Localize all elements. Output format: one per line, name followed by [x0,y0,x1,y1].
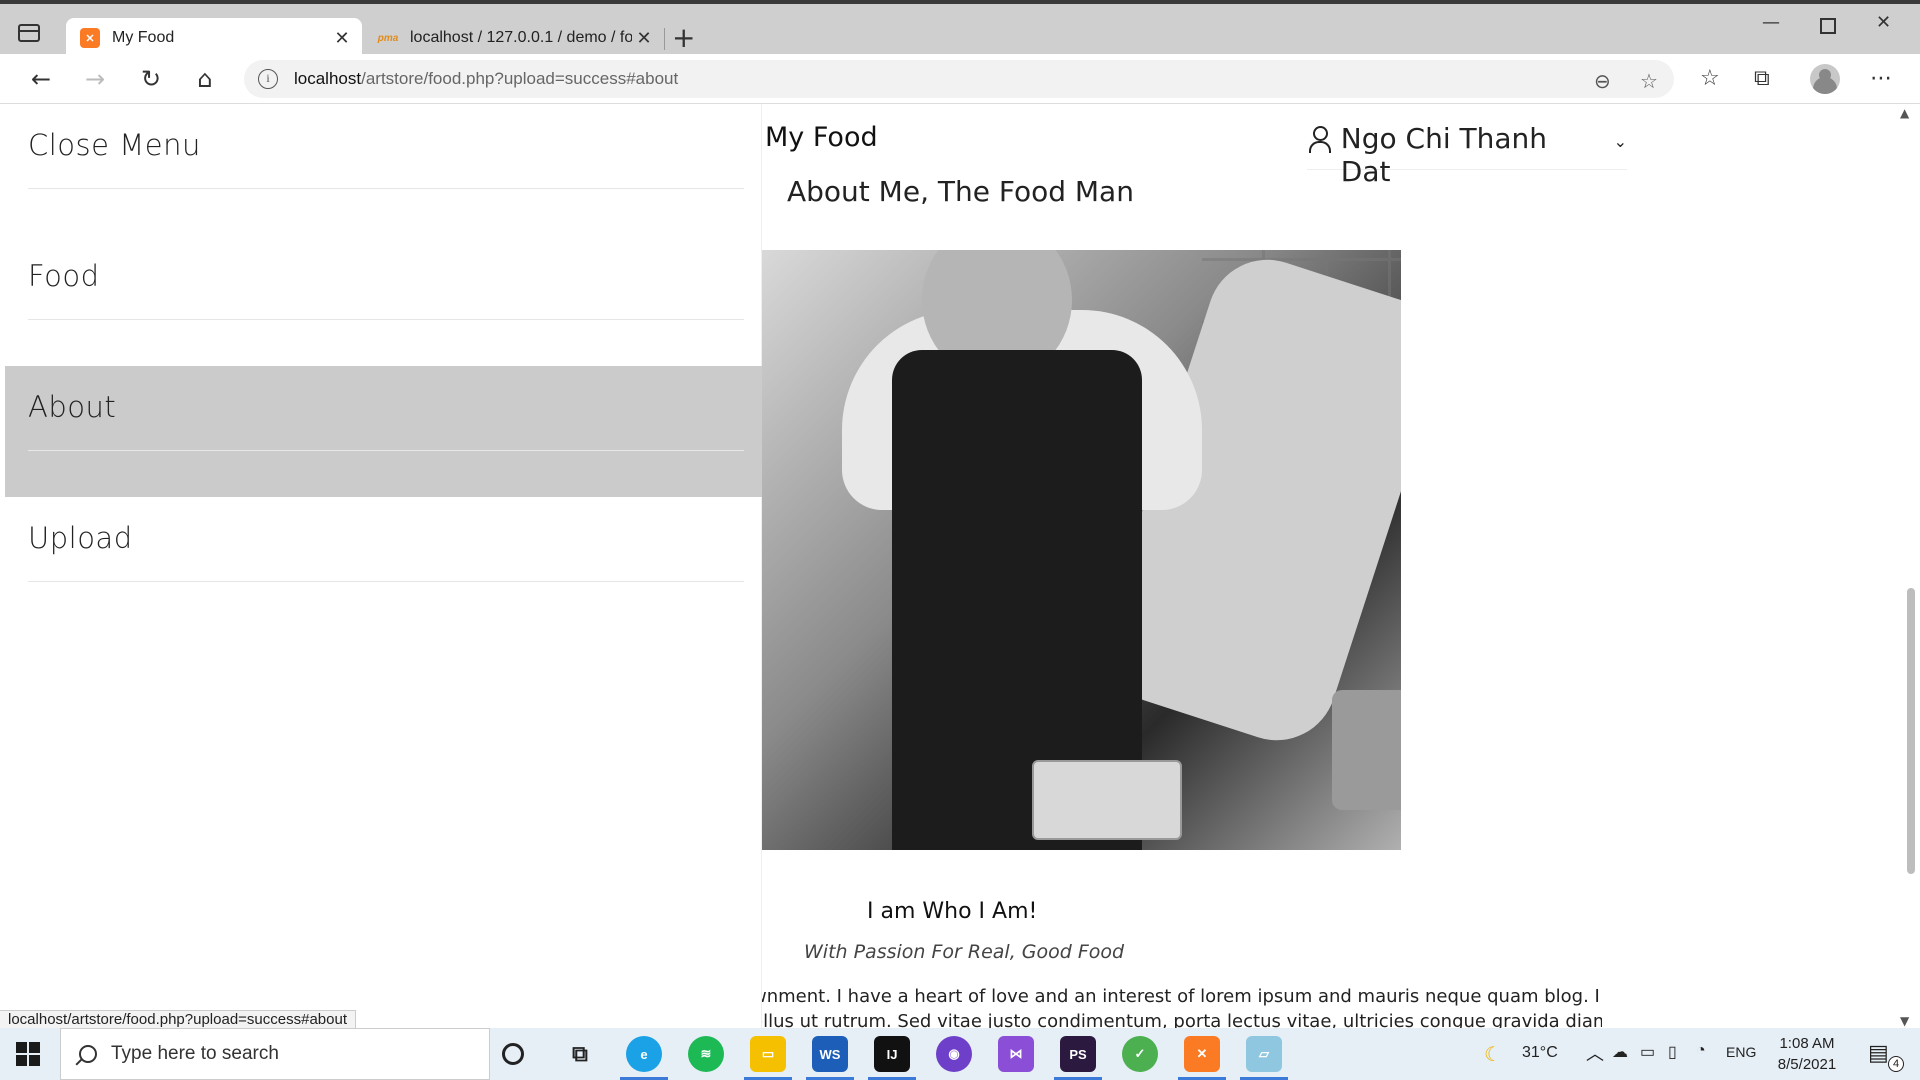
app-icon[interactable]: ✓ [1122,1036,1158,1072]
scroll-up-icon[interactable]: ▲ [1900,106,1909,120]
address-bar[interactable]: i localhost /artstore/food.php?upload=su… [244,60,1674,98]
collections-icon[interactable]: ⧉ [1754,66,1770,91]
new-tab-icon[interactable]: + [672,24,695,52]
sidebar-item-label: Close Menu [28,128,201,162]
profile-avatar[interactable] [1810,64,1840,94]
divider [28,319,744,320]
xampp-icon[interactable]: ✕ [1178,1036,1226,1080]
browser-toolbar: ← → ↻ ⌂ i localhost /artstore/food.php?u… [0,54,1920,104]
notification-count-badge: 4 [1888,1056,1904,1072]
xampp-icon: ✕ [80,28,100,48]
back-icon[interactable]: ← [26,64,56,94]
scroll-down-icon[interactable]: ▼ [1900,1014,1909,1028]
search-icon [79,1045,97,1063]
network-status-icon[interactable]: ☁ [1612,1042,1628,1062]
forward-icon[interactable]: → [80,64,110,94]
address-host: localhost [294,69,362,88]
divider [28,450,744,451]
intellij-icon[interactable]: IJ [868,1036,916,1080]
about-tagline: With Passion For Real, Good Food [804,941,1125,963]
sidebar-item-label: Food [28,259,100,293]
more-icon[interactable]: ⋯ [1870,66,1892,91]
tab-bar: ✕ My Food ✕ pma localhost / 127.0.0.1 / … [0,4,1920,58]
edge-icon[interactable]: e [620,1036,668,1080]
user-name: Ngo Chi Thanh Dat [1340,122,1548,188]
link-status-tooltip: localhost/artstore/food.php?upload=succe… [0,1010,356,1028]
sidebar-item-close-menu[interactable]: Close Menu [5,104,762,235]
zoom-icon[interactable]: ⊖ [1594,69,1611,94]
sidebar-item-label: Upload [28,521,133,555]
close-window-icon[interactable]: ✕ [1876,12,1891,33]
show-hidden-icons-icon[interactable]: ︿ [1586,1040,1604,1066]
battery-icon[interactable]: ▭ [1640,1042,1655,1062]
about-body: wnment. I have a heart of love and an in… [752,984,1602,1028]
about-body-line: wnment. I have a heart of love and an in… [752,986,1602,1007]
windows-start-icon[interactable] [16,1042,40,1066]
site-info-icon[interactable]: i [258,69,278,89]
about-body-line: ellus ut rutrum. Sed vitae justo condime… [752,1011,1602,1028]
github-desktop-icon[interactable]: ◉ [936,1036,972,1072]
notification-icon[interactable]: ▤ [1868,1040,1889,1066]
favorites-icon[interactable]: ☆ [1700,66,1720,91]
file-explorer-icon[interactable]: ▭ [744,1036,792,1080]
device-icon[interactable]: ▯ [1668,1042,1677,1062]
webstorm-icon[interactable]: WS [806,1036,854,1080]
cortana-icon[interactable] [502,1043,524,1065]
phpmyadmin-icon: pma [377,32,399,44]
address-path: /artstore/food.php?upload=success#about [361,69,679,88]
language-indicator[interactable]: ENG [1726,1044,1756,1060]
chevron-down-icon: ⌄ [1613,132,1627,151]
page-scrollbar[interactable]: ▲ ▼ [1892,104,1920,1028]
notepad-icon[interactable]: ▱ [1240,1036,1288,1080]
sidebar-item-upload[interactable]: Upload [5,497,762,628]
wifi-icon[interactable]: ◔ [1696,1042,1706,1060]
section-title: About Me, The Food Man [787,175,1134,208]
tab-actions-icon[interactable] [18,24,40,42]
tab-my-food[interactable]: ✕ My Food ✕ [66,18,362,58]
sidebar-item-label: About [28,390,117,424]
about-heading: I am Who I Am! [867,899,1038,924]
sidebar-item-about[interactable]: About [5,366,762,497]
main-content: My Food Ngo Chi Thanh Dat ⌄ About Me, Th… [752,104,1892,1028]
weather-moon-icon[interactable]: ☾ [1484,1042,1502,1067]
close-icon[interactable]: ✕ [632,28,656,49]
chef-photo [762,250,1401,850]
home-icon[interactable]: ⌂ [190,64,220,94]
windows-taskbar: Type here to search ⧉ e ≋ ▭ WS IJ ◉ ⋈ PS… [0,1028,1920,1080]
browser-window: ✕ My Food ✕ pma localhost / 127.0.0.1 / … [0,0,1920,1080]
scroll-thumb[interactable] [1907,588,1915,874]
search-placeholder: Type here to search [111,1043,279,1064]
taskbar-search[interactable]: Type here to search [60,1028,490,1080]
divider [28,581,744,582]
phpstorm-icon[interactable]: PS [1054,1036,1102,1080]
tab-title: My Food [112,29,175,46]
side-menu: Close Menu Food About Upload [5,104,762,1028]
temperature[interactable]: 31°C [1522,1044,1558,1062]
task-view-icon[interactable]: ⧉ [562,1036,598,1072]
sidebar-item-food[interactable]: Food [5,235,762,366]
brand-title[interactable]: My Food [765,122,878,153]
tab-title: localhost / 127.0.0.1 / demo / fo [410,29,632,46]
user-menu[interactable]: Ngo Chi Thanh Dat ⌄ [1307,122,1627,188]
user-icon [1307,126,1333,153]
minimize-icon[interactable]: — [1762,12,1780,33]
page-viewport: My Food Ngo Chi Thanh Dat ⌄ About Me, Th… [0,104,1920,1028]
refresh-icon[interactable]: ↻ [136,64,166,94]
spotify-icon[interactable]: ≋ [688,1036,724,1072]
add-favorite-icon[interactable]: ☆ [1640,69,1658,94]
maximize-icon[interactable] [1820,18,1836,34]
tab-divider [664,28,665,50]
close-icon[interactable]: ✕ [330,28,354,49]
clock-date: 8/5/2021 [1777,1056,1837,1073]
visual-studio-icon[interactable]: ⋈ [998,1036,1034,1072]
system-clock[interactable]: 1:08 AM 8/5/2021 [1762,1033,1852,1075]
clock-time: 1:08 AM [1779,1035,1835,1052]
divider [28,188,744,189]
tab-phpmyadmin[interactable]: pma localhost / 127.0.0.1 / demo / fo ✕ [364,18,664,58]
